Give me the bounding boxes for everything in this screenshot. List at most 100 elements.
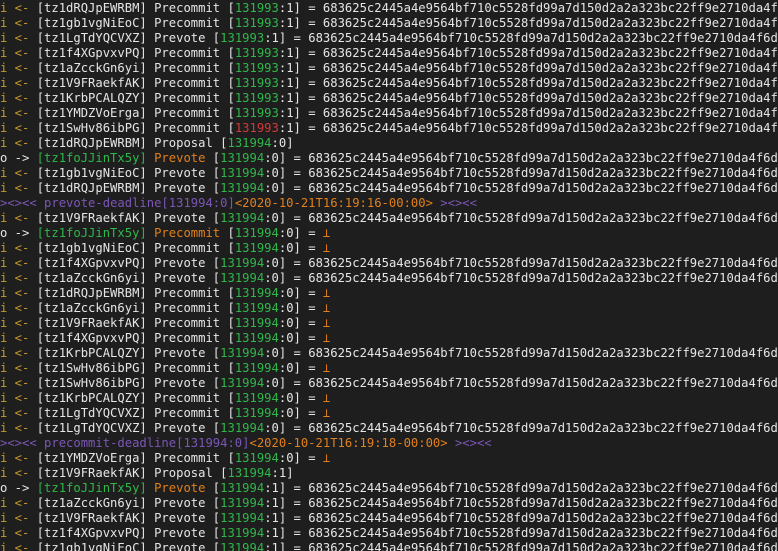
sep: ] (293, 121, 301, 135)
round-number: 0 (286, 406, 294, 420)
value-hash: 683625c2445a4e9564bf710c5528fd99a7d150d2… (308, 346, 778, 360)
direction-arrow: i <- (0, 286, 37, 300)
value-hash: ⊥ (322, 331, 331, 345)
message-type: Precommit (154, 331, 221, 345)
message-type: Precommit (154, 46, 221, 60)
log-line: i <- [tz1f4XGpvxvPQ] Prevote [131994:1] … (0, 526, 778, 541)
message-type: Precommit (154, 61, 221, 75)
message-type: Precommit (154, 106, 221, 120)
direction-arrow: i <- (0, 211, 37, 225)
sep (147, 151, 154, 165)
sep: ] (293, 451, 301, 465)
deadline-marker: ><><< (432, 196, 477, 210)
log-line: i <- [tz1V9FRaekfAK] Precommit [131993:1… (0, 76, 778, 91)
sep: ] (293, 76, 301, 90)
sep (147, 316, 154, 330)
round-number: 0 (271, 181, 279, 195)
log-line: o -> [tz1foJJinTx5y] Prevote [131994:1] … (0, 481, 778, 496)
sep: [ (205, 376, 221, 390)
direction-arrow: i <- (0, 316, 37, 330)
sep: : (264, 256, 272, 270)
sep: [ (220, 121, 235, 135)
block-height: 131994 (227, 136, 272, 150)
sep: [ (205, 481, 221, 495)
sep (147, 181, 154, 195)
message-type: Precommit (154, 391, 221, 405)
sep (147, 301, 154, 315)
block-height: 131994 (234, 451, 279, 465)
block-height: 131994 (234, 361, 279, 375)
direction-arrow: i <- (0, 406, 37, 420)
log-line: i <- [tz1YMDZVoErga] Precommit [131994:0… (0, 451, 778, 466)
sep (147, 76, 154, 90)
message-type: Prevote (154, 181, 206, 195)
round-number: 0 (271, 421, 279, 435)
log-line: i <- [tz1aZcckGn6yi] Prevote [131994:1] … (0, 496, 778, 511)
sep: : (264, 181, 272, 195)
direction-arrow: o -> (0, 151, 37, 165)
message-type: Precommit (154, 76, 221, 90)
sep (147, 361, 154, 375)
peer-id: [tz1YMDZVoErga] (36, 451, 147, 465)
round-number: 0 (286, 316, 294, 330)
log-line: i <- [tz1aZcckGn6yi] Prevote [131994:0] … (0, 271, 778, 286)
value-hash: ⊥ (322, 286, 331, 300)
peer-id: [tz1gb1vgNiEoC] (36, 241, 147, 255)
peer-id: [tz1dRQJpEWRBM] (36, 136, 147, 150)
sep: = (300, 61, 323, 75)
sep: [ (220, 451, 235, 465)
sep: = (286, 211, 309, 225)
block-height: 131994 (220, 181, 265, 195)
log-line: i <- [tz1gb1vgNiEoC] Prevote [131994:0] … (0, 166, 778, 181)
direction-arrow: i <- (0, 241, 37, 255)
sep: ] (293, 331, 301, 345)
round-number: 0 (286, 361, 294, 375)
log-line: i <- [tz1f4XGpvxvPQ] Prevote [131994:0] … (0, 256, 778, 271)
sep: = (300, 316, 323, 330)
value-hash: 683625c2445a4e9564bf710c5528fd99a7d150d2… (308, 496, 778, 510)
sep: [ (205, 181, 221, 195)
sep (147, 286, 154, 300)
value-hash: 683625c2445a4e9564bf710c5528fd99a7d150d2… (308, 166, 778, 180)
direction-arrow: i <- (0, 466, 37, 480)
round-number: 0 (286, 286, 294, 300)
sep: = (300, 76, 323, 90)
log-line: i <- [tz1V9FRaekfAK] Prevote [131994:1] … (0, 511, 778, 526)
log-line: i <- [tz1f4XGpvxvPQ] Precommit [131994:0… (0, 331, 778, 346)
sep (147, 46, 154, 60)
round-number: 1 (286, 106, 294, 120)
terminal-output[interactable]: i <- [tz1dRQJpEWRBM] Precommit [131993:1… (0, 0, 778, 551)
sep (147, 31, 154, 45)
direction-arrow: i <- (0, 31, 37, 45)
sep (147, 1, 154, 15)
message-type: Prevote (154, 481, 206, 495)
block-height: 131994 (234, 316, 279, 330)
direction-arrow: i <- (0, 136, 37, 150)
sep (147, 481, 154, 495)
peer-id: [tz1dRQJpEWRBM] (36, 1, 147, 15)
sep: : (264, 376, 272, 390)
direction-arrow: i <- (0, 61, 37, 75)
round-number: 0 (271, 346, 279, 360)
log-line: i <- [tz1V9FRaekfAK] Proposal [131994:1] (0, 466, 778, 481)
sep (147, 241, 154, 255)
value-hash: 683625c2445a4e9564bf710c5528fd99a7d150d2… (308, 526, 778, 540)
block-height: 131994 (234, 301, 279, 315)
sep: = (300, 46, 323, 60)
sep: : (264, 166, 272, 180)
peer-id: [tz1aZcckGn6yi] (36, 271, 147, 285)
sep: : (264, 151, 272, 165)
sep: [ (220, 301, 235, 315)
message-type: Prevote (154, 511, 206, 525)
sep: : (264, 496, 272, 510)
deadline-marker: ><><< (447, 436, 492, 450)
sep: ] (293, 316, 301, 330)
direction-arrow: i <- (0, 391, 37, 405)
sep: ] (293, 286, 301, 300)
block-height: 131994 (220, 496, 265, 510)
block-height: 131994 (220, 271, 265, 285)
sep (147, 526, 154, 540)
sep: [ (212, 136, 228, 150)
peer-id: [tz1SwHv86ibPG] (36, 361, 147, 375)
sep (147, 406, 154, 420)
